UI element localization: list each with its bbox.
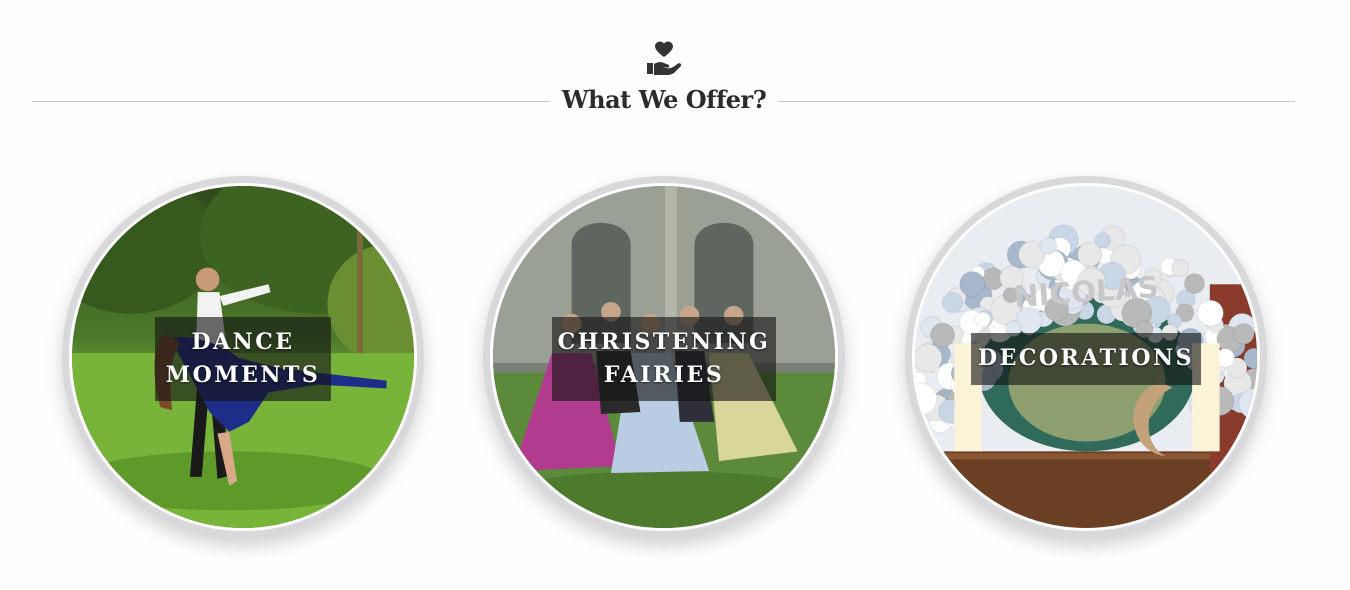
balloon (974, 311, 991, 328)
balloon (959, 271, 986, 298)
balloon (1039, 237, 1058, 255)
offer-label-decorations: DECORATIONS (971, 333, 1201, 385)
balloon (915, 409, 920, 430)
balloon (1171, 259, 1190, 278)
section-header: What We Offer? (0, 38, 1350, 118)
balloon (915, 343, 943, 373)
offer-label-christening-fairies: CHRISTENING FAIRIES (552, 317, 776, 401)
offer-card-decorations[interactable]: NICOLAS DECORATIONS (905, 176, 1267, 538)
balloon (1183, 273, 1205, 295)
balloon (941, 292, 963, 314)
offer-label-dance-moments: DANCE MOMENTS (155, 317, 331, 401)
divider-line-left (32, 101, 550, 102)
balloon (1232, 322, 1255, 345)
balloon (930, 322, 956, 348)
section-title: What We Offer? (561, 85, 767, 114)
balloon (1251, 395, 1257, 413)
offer-card-dance-moments[interactable]: DANCE MOMENTS (62, 176, 424, 538)
balloon (1196, 299, 1224, 327)
hand-holding-heart-icon (647, 41, 682, 75)
offer-card-christening-fairies[interactable]: CHRISTENING FAIRIES (483, 176, 845, 538)
divider-line-right (778, 101, 1295, 102)
